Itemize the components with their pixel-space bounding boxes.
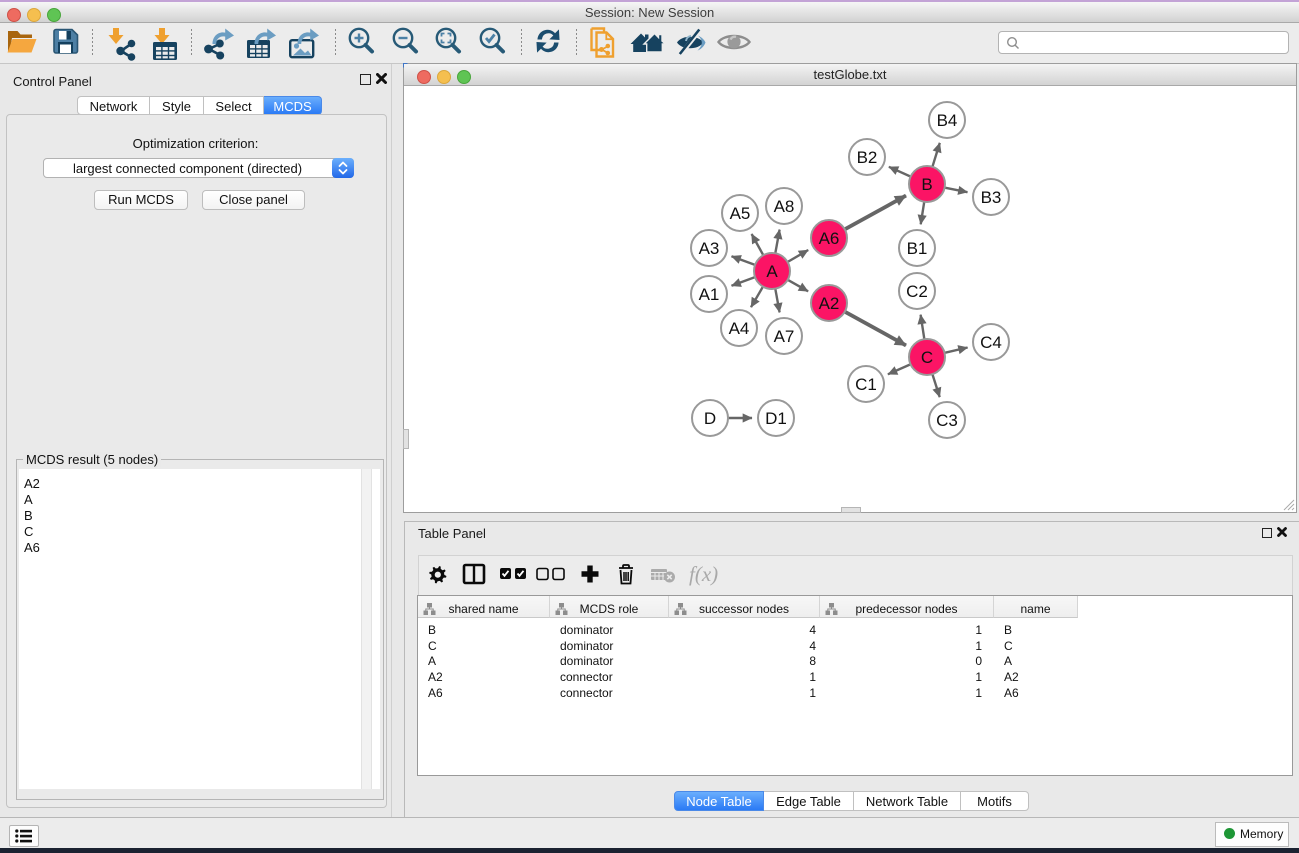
svg-text:A3: A3 xyxy=(699,239,720,258)
svg-text:C4: C4 xyxy=(980,333,1002,352)
svg-text:A5: A5 xyxy=(730,204,751,223)
svg-text:B3: B3 xyxy=(981,188,1002,207)
svg-text:A7: A7 xyxy=(774,327,795,346)
svg-text:A6: A6 xyxy=(819,229,840,248)
svg-text:D: D xyxy=(704,409,716,428)
svg-text:A8: A8 xyxy=(774,197,795,216)
svg-text:B2: B2 xyxy=(857,148,878,167)
svg-text:C2: C2 xyxy=(906,282,928,301)
svg-text:C3: C3 xyxy=(936,411,958,430)
svg-text:A4: A4 xyxy=(729,319,750,338)
svg-text:A2: A2 xyxy=(819,294,840,313)
svg-text:B1: B1 xyxy=(907,239,928,258)
svg-text:A1: A1 xyxy=(699,285,720,304)
svg-text:C1: C1 xyxy=(855,375,877,394)
svg-text:A: A xyxy=(766,262,778,281)
svg-text:D1: D1 xyxy=(765,409,787,428)
svg-text:B4: B4 xyxy=(937,111,958,130)
svg-text:B: B xyxy=(921,175,932,194)
svg-text:C: C xyxy=(921,348,933,367)
